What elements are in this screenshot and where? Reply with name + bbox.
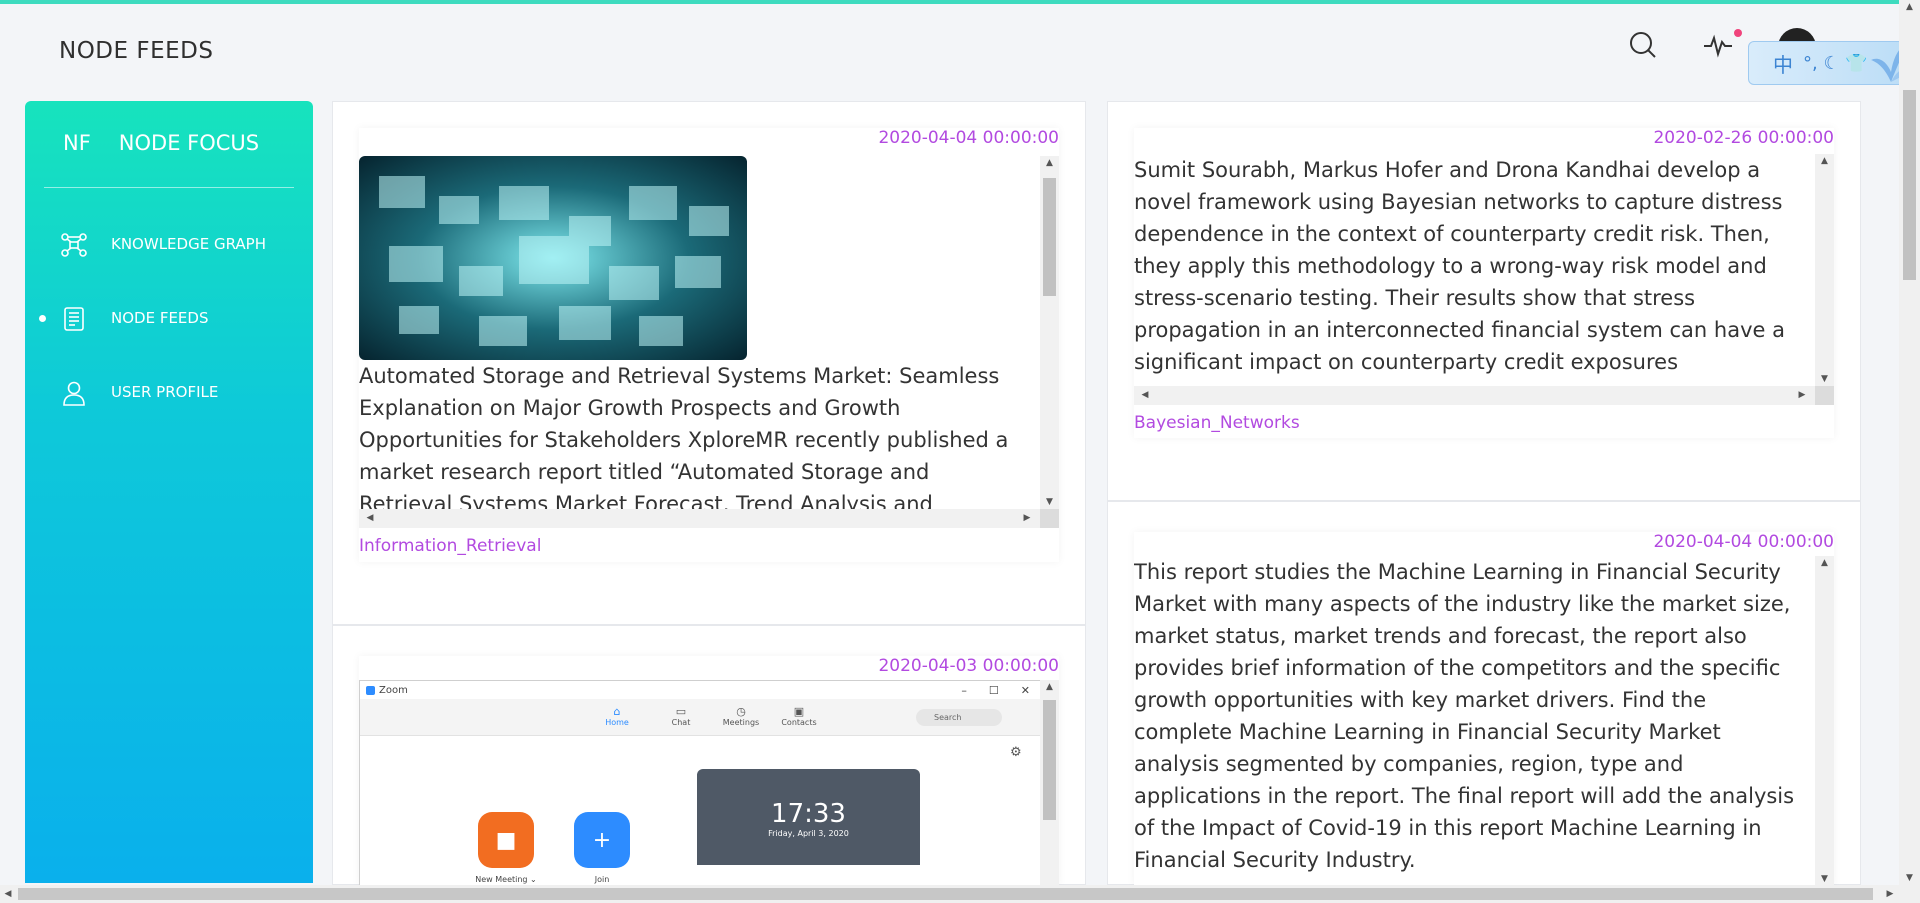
- feed-tag[interactable]: Bayesian_Networks: [1134, 413, 1300, 433]
- feed-vertical-scrollbar[interactable]: ▲ ▼: [1040, 156, 1059, 509]
- feed-scroll-area[interactable]: Automated Storage and Retrieval Systems …: [359, 156, 1059, 528]
- feed-scroll-area[interactable]: Sumit Sourabh, Markus Hofer and Drona Ka…: [1134, 154, 1834, 405]
- gear-icon: ⚙: [1010, 745, 1022, 760]
- sidebar-item-label: USER PROFILE: [111, 383, 219, 401]
- feed-card-body: 2020-04-04 00:00:00 This report studies …: [1134, 532, 1834, 886]
- scroll-down-arrow[interactable]: ▼: [1899, 871, 1920, 885]
- zoom-tab-chat: ▭ Chat: [671, 705, 691, 727]
- sidebar-item-label: KNOWLEDGE GRAPH: [111, 235, 266, 253]
- sidebar-item-label: NODE FEEDS: [111, 309, 209, 327]
- page-vertical-scrollbar[interactable]: ▲ ▼: [1899, 0, 1920, 885]
- graph-icon: [61, 233, 87, 257]
- sidebar-item-knowledge-graph[interactable]: KNOWLEDGE GRAPH: [25, 224, 313, 264]
- sidebar: NF NODE FOCUS KNOWLEDGE GRAPH NODE FEEDS: [25, 101, 313, 883]
- scroll-up-arrow[interactable]: ▲: [1815, 154, 1834, 168]
- feed-card-body: 2020-04-03 00:00:00 Zoom – ☐ ✕ ⌂ Home ▭ Chat…: [359, 656, 1059, 886]
- scroll-right-arrow[interactable]: ▶: [1795, 386, 1809, 405]
- feed-date: 2020-04-04 00:00:00: [1653, 532, 1834, 552]
- ime-toolbar[interactable]: 中 °, ☾ 👕: [1748, 41, 1920, 85]
- ime-language-label[interactable]: 中: [1773, 49, 1793, 78]
- feed-date: 2020-04-04 00:00:00: [878, 128, 1059, 148]
- feed-scroll-area[interactable]: This report studies the Machine Learning…: [1134, 556, 1834, 886]
- feed-card: 2020-04-03 00:00:00 Zoom – ☐ ✕ ⌂ Home ▭ Chat…: [332, 625, 1086, 886]
- scroll-up-arrow[interactable]: ▲: [1040, 680, 1059, 694]
- feed-text: Automated Storage and Retrieval Systems …: [359, 364, 1009, 516]
- plus-icon: +: [574, 812, 630, 868]
- feed-horizontal-scrollbar[interactable]: ◀ ▶: [1134, 386, 1834, 405]
- zoom-toolbar: ⌂ Home ▭ Chat ◷ Meetings ▣ Contacts Search: [360, 699, 1040, 736]
- scroll-corner: [1040, 509, 1059, 528]
- feed-card: 2020-04-04 00:00:00 Automated Storage an…: [332, 101, 1086, 625]
- feed-scroll-area[interactable]: Zoom – ☐ ✕ ⌂ Home ▭ Chat ◷ Meetings ▣ Contacts…: [359, 680, 1059, 886]
- window-controls: – ☐ ✕: [961, 684, 1030, 697]
- zoom-search-field: Search: [916, 709, 1002, 726]
- zoom-tab-contacts: ▣ Contacts: [781, 705, 817, 727]
- zoom-join-label: Join: [594, 875, 610, 884]
- sidebar-item-user-profile[interactable]: USER PROFILE: [25, 372, 313, 412]
- feed-vertical-scrollbar[interactable]: ▲: [1040, 680, 1059, 886]
- scroll-down-arrow[interactable]: ▼: [1815, 872, 1834, 886]
- feed-card-body: 2020-04-04 00:00:00 Automated Storage an…: [359, 128, 1059, 562]
- zoom-time: 17:33: [771, 799, 846, 829]
- scroll-up-arrow[interactable]: ▲: [1899, 0, 1920, 14]
- ime-symbols[interactable]: °, ☾ 👕: [1803, 53, 1868, 74]
- top-accent-bar: [0, 0, 1920, 4]
- zoom-tab-meetings: ◷ Meetings: [722, 705, 760, 727]
- brand-abbr: NF: [63, 131, 91, 155]
- scroll-left-arrow[interactable]: ◀: [1138, 386, 1152, 405]
- feed-text: Sumit Sourabh, Markus Hofer and Drona Ka…: [1134, 158, 1785, 374]
- brand-divider: [44, 187, 294, 188]
- scroll-up-arrow[interactable]: ▲: [1040, 156, 1059, 170]
- zoom-date: Friday, April 3, 2020: [768, 829, 849, 838]
- scroll-up-arrow[interactable]: ▲: [1815, 556, 1834, 570]
- scroll-left-arrow[interactable]: ◀: [363, 509, 377, 528]
- brand[interactable]: NF NODE FOCUS: [63, 131, 259, 155]
- feed-image: [359, 156, 747, 360]
- feed-image-zoom-screenshot: Zoom – ☐ ✕ ⌂ Home ▭ Chat ◷ Meetings ▣ Contacts…: [359, 680, 1041, 886]
- feed-date: 2020-04-03 00:00:00: [878, 656, 1059, 676]
- scroll-thumb[interactable]: [1903, 90, 1916, 280]
- feed-horizontal-scrollbar[interactable]: ◀ ▶: [359, 509, 1059, 528]
- feed-card: 2020-02-26 00:00:00 Sumit Sourabh, Marku…: [1107, 101, 1861, 501]
- zoom-new-meeting-label: New Meeting ⌄: [475, 875, 537, 884]
- feed-card: 2020-04-04 00:00:00 This report studies …: [1107, 501, 1861, 886]
- brand-name: NODE FOCUS: [118, 131, 260, 155]
- feed-text: This report studies the Machine Learning…: [1134, 560, 1795, 872]
- activity-icon[interactable]: [1701, 28, 1735, 62]
- document-icon: [64, 307, 84, 331]
- feed-vertical-scrollbar[interactable]: ▲ ▼: [1815, 556, 1834, 886]
- camera-icon: ■: [478, 812, 534, 868]
- feed-tag[interactable]: Information_Retrieval: [359, 536, 541, 556]
- zoom-clock-card: 17:33 Friday, April 3, 2020: [697, 769, 920, 886]
- scroll-thumb[interactable]: [1043, 178, 1056, 296]
- user-icon: [63, 381, 85, 406]
- sidebar-item-node-feeds[interactable]: NODE FEEDS: [25, 298, 313, 338]
- feed-vertical-scrollbar[interactable]: ▲ ▼: [1815, 154, 1834, 386]
- scroll-thumb[interactable]: [18, 888, 1873, 900]
- scroll-right-arrow[interactable]: ▶: [1020, 509, 1034, 528]
- scroll-thumb[interactable]: [1043, 700, 1056, 820]
- scroll-right-arrow[interactable]: ▶: [1882, 885, 1898, 903]
- zoom-app-title: Zoom: [379, 685, 408, 696]
- scroll-left-arrow[interactable]: ◀: [0, 885, 16, 903]
- page-horizontal-scrollbar[interactable]: ◀ ▶: [0, 885, 1920, 903]
- feed-card-body: 2020-02-26 00:00:00 Sumit Sourabh, Marku…: [1134, 128, 1834, 438]
- feed-date: 2020-02-26 00:00:00: [1653, 128, 1834, 148]
- search-icon[interactable]: [1626, 28, 1660, 62]
- scroll-down-arrow[interactable]: ▼: [1815, 372, 1834, 386]
- active-indicator: [39, 315, 46, 322]
- zoom-clock-lower-panel: [697, 865, 920, 886]
- notification-dot: [1734, 29, 1742, 37]
- zoom-tab-home: ⌂ Home: [605, 705, 629, 727]
- scroll-down-arrow[interactable]: ▼: [1040, 495, 1059, 509]
- page-title: NODE FEEDS: [59, 38, 214, 64]
- scroll-corner: [1815, 386, 1834, 405]
- zoom-window-title: Zoom: [366, 685, 408, 696]
